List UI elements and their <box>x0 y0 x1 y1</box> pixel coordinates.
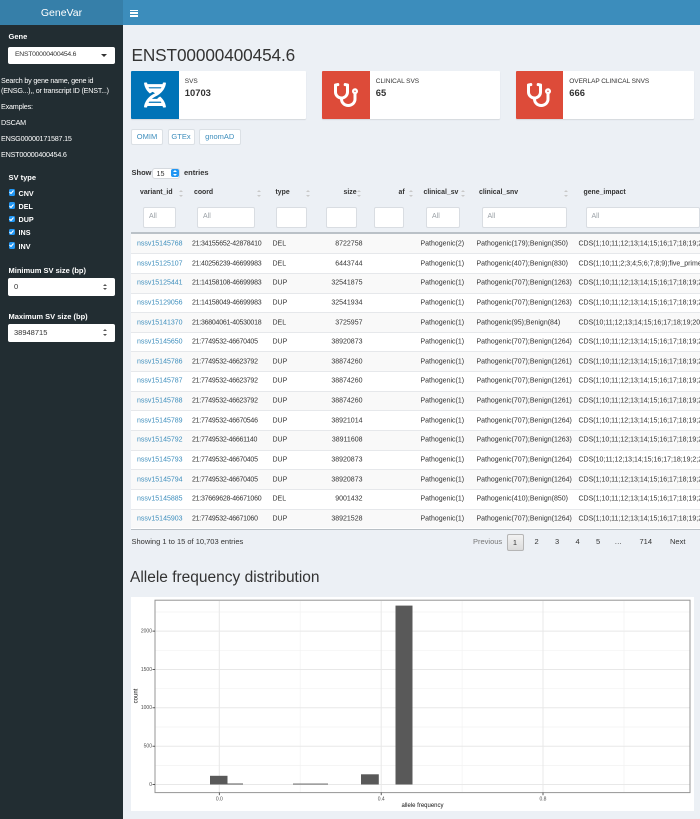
svg-text:0: 0 <box>149 782 152 788</box>
svg-text:count: count <box>134 688 140 703</box>
svg-text:1500: 1500 <box>141 667 152 673</box>
svg-text:0.0: 0.0 <box>216 797 223 803</box>
svg-text:allele frequency: allele frequency <box>401 803 443 809</box>
svg-text:0.4: 0.4 <box>378 797 385 803</box>
svg-text:2000: 2000 <box>141 628 152 634</box>
svg-text:1000: 1000 <box>141 705 152 711</box>
svg-text:0.8: 0.8 <box>540 797 547 803</box>
svg-text:500: 500 <box>144 744 153 750</box>
